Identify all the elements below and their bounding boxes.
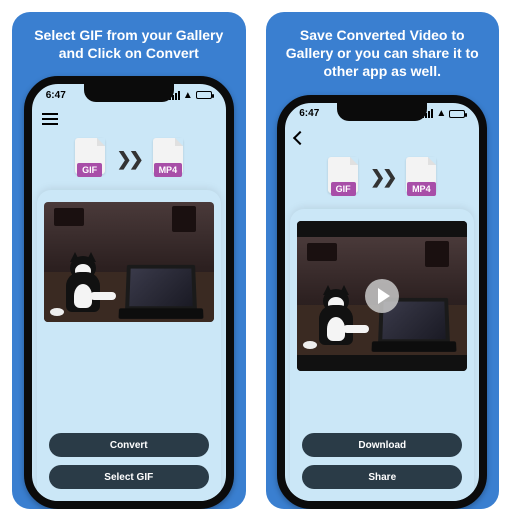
app-topbar — [285, 125, 479, 151]
content-card: Download Share — [290, 209, 474, 501]
gif-preview[interactable] — [44, 202, 214, 322]
promo-panel-2: Save Converted Video to Gallery or you c… — [266, 12, 500, 509]
panel-title: Save Converted Video to Gallery or you c… — [266, 26, 500, 95]
conversion-header: GIF ❯❯ MP4 — [32, 132, 226, 190]
app-topbar — [32, 106, 226, 132]
wifi-icon: ▲ — [183, 90, 193, 101]
back-icon[interactable] — [293, 130, 307, 144]
wifi-icon: ▲ — [436, 108, 446, 119]
status-time: 6:47 — [299, 108, 319, 119]
select-gif-button[interactable]: Select GIF — [49, 465, 209, 489]
promo-panel-1: Select GIF from your Gallery and Click o… — [12, 12, 246, 509]
arrow-icon: ❯❯ — [370, 167, 394, 188]
conversion-header: GIF ❯❯ MP4 — [285, 151, 479, 209]
phone-mockup: 6:47 ▲ GIF ❯❯ MP4 — [24, 76, 234, 509]
phone-notch — [84, 84, 174, 102]
source-file-icon: GIF — [73, 138, 107, 180]
video-top-bar — [297, 221, 467, 237]
status-indicators: ▲ — [169, 90, 212, 101]
target-file-label: MP4 — [154, 163, 183, 177]
arrow-icon: ❯❯ — [117, 149, 141, 170]
button-stack: Convert Select GIF — [49, 415, 209, 501]
battery-icon — [449, 110, 465, 118]
video-preview[interactable] — [297, 221, 467, 371]
battery-icon — [196, 91, 212, 99]
source-file-icon: GIF — [326, 157, 360, 199]
target-file-icon: MP4 — [151, 138, 185, 180]
status-time: 6:47 — [46, 90, 66, 101]
phone-mockup: 6:47 ▲ GIF ❯❯ MP4 — [277, 95, 487, 509]
download-button[interactable]: Download — [302, 433, 462, 457]
panel-title: Select GIF from your Gallery and Click o… — [12, 26, 246, 76]
share-button[interactable]: Share — [302, 465, 462, 489]
button-stack: Download Share — [302, 415, 462, 501]
target-file-label: MP4 — [407, 182, 436, 196]
convert-button[interactable]: Convert — [49, 433, 209, 457]
play-icon[interactable] — [365, 279, 399, 313]
status-indicators: ▲ — [422, 108, 465, 119]
video-bottom-bar — [297, 355, 467, 371]
source-file-label: GIF — [77, 163, 102, 177]
content-card: Convert Select GIF — [37, 190, 221, 501]
phone-notch — [337, 103, 427, 121]
source-file-label: GIF — [331, 182, 356, 196]
target-file-icon: MP4 — [404, 157, 438, 199]
menu-icon[interactable] — [42, 113, 58, 125]
